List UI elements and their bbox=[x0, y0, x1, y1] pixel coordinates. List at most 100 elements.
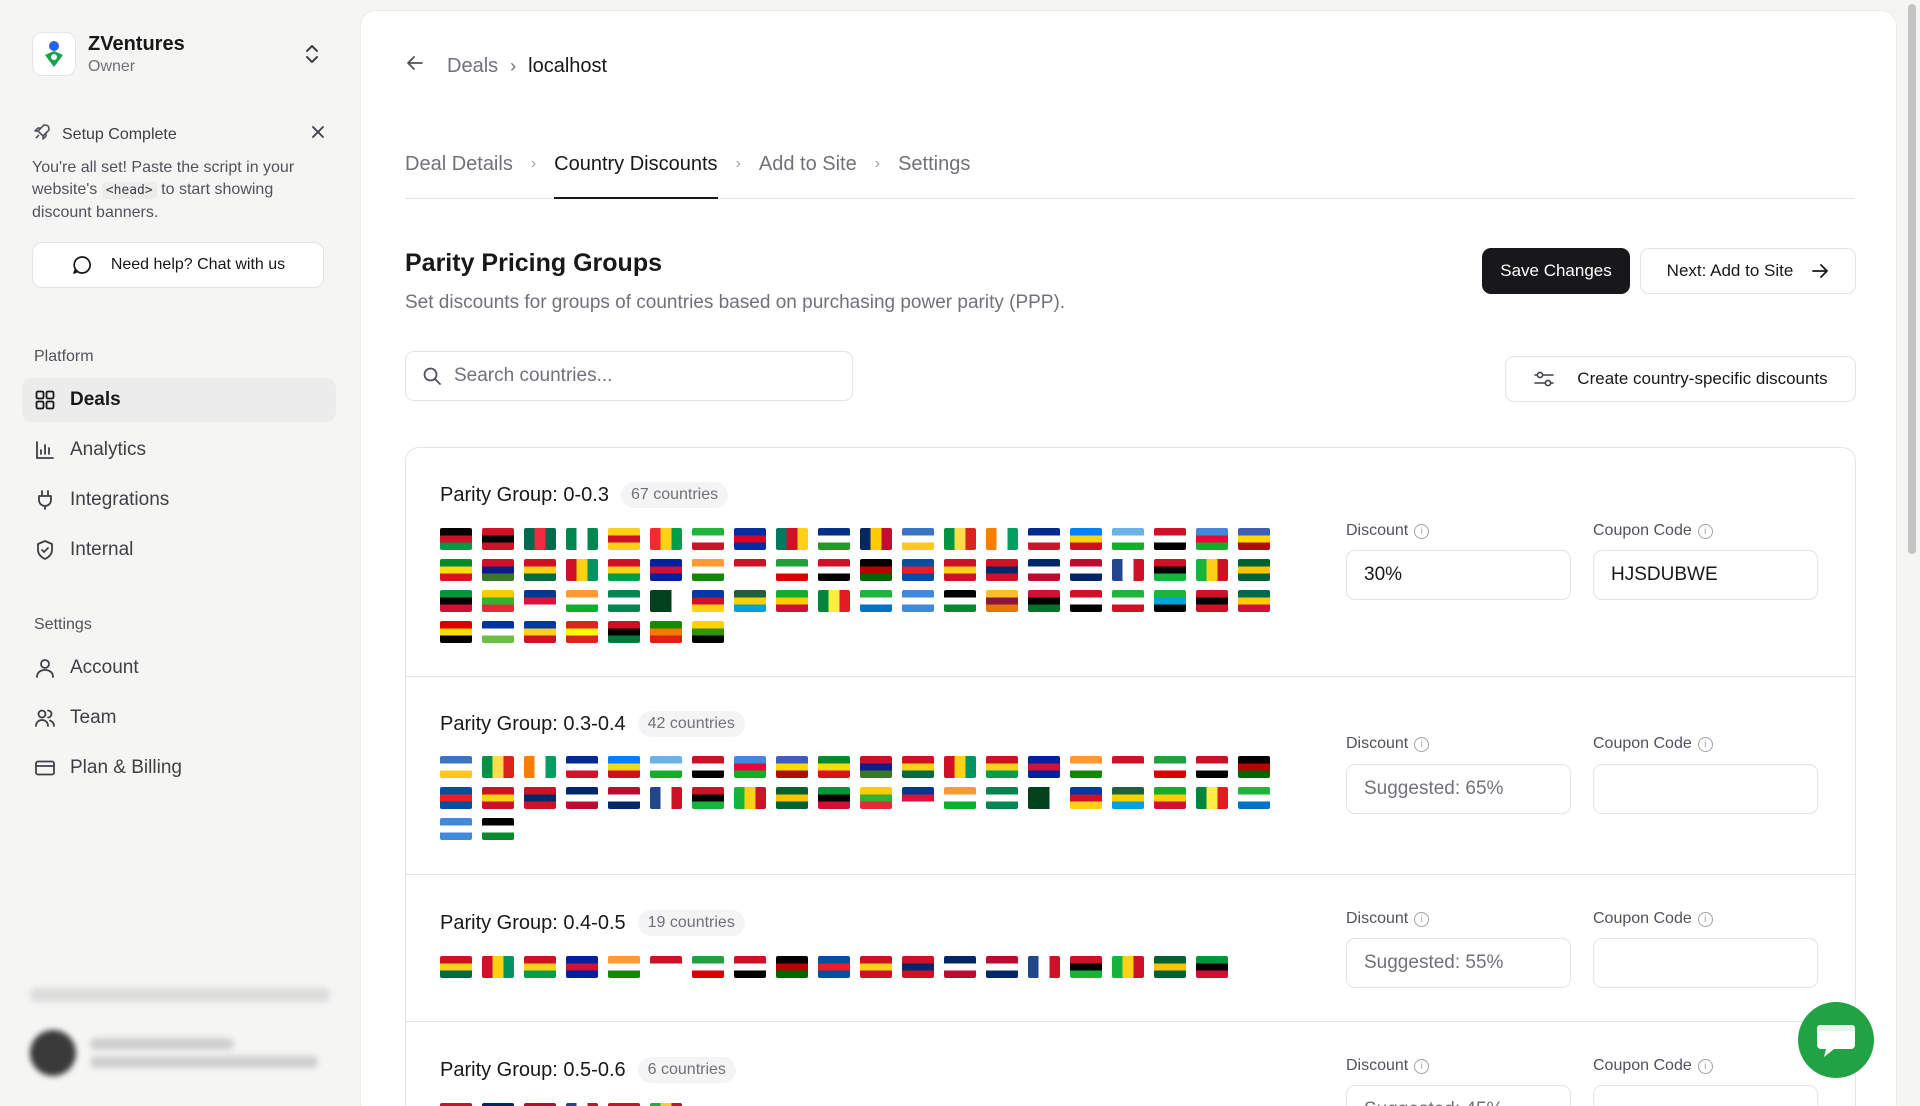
discount-input[interactable] bbox=[1346, 938, 1571, 988]
flag-icon bbox=[734, 528, 766, 550]
flag-icon bbox=[566, 621, 598, 643]
flag-icon bbox=[776, 956, 808, 978]
flag-icon bbox=[860, 756, 892, 778]
flag-icon bbox=[482, 528, 514, 550]
platform-nav: Platform Deals Analytics Integrations In… bbox=[22, 348, 336, 572]
sidebar: ZVentures Owner Setup Complete You're al… bbox=[0, 0, 358, 1106]
coupon-input[interactable] bbox=[1593, 1085, 1818, 1106]
flag-icon bbox=[1196, 756, 1228, 778]
flag-icon bbox=[818, 956, 850, 978]
flag-icon bbox=[1196, 559, 1228, 581]
flag-icon bbox=[650, 787, 682, 809]
flag-icon bbox=[860, 559, 892, 581]
grid-icon bbox=[35, 390, 55, 410]
chevrons-up-down-icon[interactable] bbox=[298, 40, 326, 68]
sidebar-item-internal[interactable]: Internal bbox=[22, 528, 336, 572]
group-title-text: Parity Group: 0.5-0.6 bbox=[440, 1058, 626, 1081]
sidebar-item-integrations[interactable]: Integrations bbox=[22, 478, 336, 522]
country-count-badge: 67 countries bbox=[620, 482, 729, 508]
flag-icon bbox=[440, 528, 472, 550]
flag-icon bbox=[566, 756, 598, 778]
coupon-input[interactable] bbox=[1593, 938, 1818, 988]
tab-deal-details[interactable]: Deal Details bbox=[405, 141, 513, 199]
flag-icon bbox=[440, 590, 472, 612]
discount-input[interactable] bbox=[1346, 1085, 1571, 1106]
sidebar-item-team[interactable]: Team bbox=[22, 696, 336, 740]
flag-icon bbox=[986, 956, 1018, 978]
sidebar-item-account[interactable]: Account bbox=[22, 646, 336, 690]
flag-icon bbox=[482, 787, 514, 809]
scroll-thumb[interactable] bbox=[1908, 4, 1916, 554]
group-title-text: Parity Group: 0.4-0.5 bbox=[440, 911, 626, 934]
info-icon[interactable]: i bbox=[1414, 523, 1430, 539]
flag-icon bbox=[1028, 756, 1060, 778]
sidebar-item-deals[interactable]: Deals bbox=[22, 378, 336, 422]
next-add-to-site-button[interactable]: Next: Add to Site bbox=[1640, 248, 1856, 294]
country-count-badge: 42 countries bbox=[637, 711, 745, 737]
flag-icon bbox=[860, 528, 892, 550]
tab-country-discounts[interactable]: Country Discounts bbox=[554, 141, 718, 199]
flag-icon bbox=[440, 956, 472, 978]
platform-heading: Platform bbox=[34, 348, 94, 365]
flag-icon bbox=[524, 756, 556, 778]
org-switcher[interactable]: ZVentures Owner bbox=[22, 24, 336, 84]
flag-icon bbox=[1154, 756, 1186, 778]
tab-add-to-site[interactable]: Add to Site bbox=[759, 141, 857, 199]
flag-icon bbox=[1028, 590, 1060, 612]
group-title-text: Parity Group: 0-0.3 bbox=[440, 483, 609, 506]
back-arrow-icon[interactable] bbox=[405, 53, 425, 79]
live-chat-button[interactable] bbox=[1798, 1002, 1874, 1078]
close-icon[interactable] bbox=[310, 124, 326, 145]
sidebar-item-plan-billing[interactable]: Plan & Billing bbox=[22, 746, 336, 790]
discount-input[interactable] bbox=[1346, 764, 1571, 814]
coupon-input[interactable] bbox=[1593, 764, 1818, 814]
chevron-right-icon: › bbox=[735, 155, 741, 172]
shield-icon bbox=[37, 540, 53, 560]
main-panel: Deals › localhost Deal Details › Country… bbox=[360, 10, 1897, 1106]
chat-help-button[interactable]: Need help? Chat with us bbox=[32, 242, 324, 288]
flag-icon bbox=[818, 590, 850, 612]
info-icon[interactable]: i bbox=[1697, 911, 1713, 927]
info-icon[interactable]: i bbox=[1697, 523, 1713, 539]
flag-icon bbox=[1196, 528, 1228, 550]
flag-icon bbox=[1196, 956, 1228, 978]
redacted-line bbox=[30, 988, 330, 1002]
info-icon[interactable]: i bbox=[1414, 911, 1430, 927]
save-changes-button[interactable]: Save Changes bbox=[1482, 248, 1630, 294]
users-icon bbox=[35, 709, 55, 727]
flag-icon bbox=[608, 528, 640, 550]
flag-icon bbox=[650, 528, 682, 550]
sidebar-item-label: Account bbox=[70, 657, 139, 678]
flag-icon bbox=[860, 956, 892, 978]
flag-icon bbox=[650, 559, 682, 581]
scrollbar[interactable] bbox=[1908, 0, 1916, 1106]
flag-icon bbox=[1028, 787, 1060, 809]
coupon-label: Coupon Code i bbox=[1593, 910, 1713, 928]
breadcrumb-deals-link[interactable]: Deals bbox=[447, 55, 498, 78]
search-input[interactable] bbox=[454, 365, 834, 387]
tab-settings[interactable]: Settings bbox=[898, 141, 970, 199]
user-icon bbox=[36, 659, 54, 678]
flag-icon bbox=[1238, 590, 1270, 612]
coupon-input[interactable] bbox=[1593, 550, 1818, 600]
info-icon[interactable]: i bbox=[1697, 1058, 1713, 1074]
info-icon[interactable]: i bbox=[1697, 736, 1713, 752]
sidebar-item-analytics[interactable]: Analytics bbox=[22, 428, 336, 472]
flag-icon bbox=[692, 956, 724, 978]
flag-icon bbox=[902, 787, 934, 809]
flag-icon bbox=[566, 956, 598, 978]
parity-group: Parity Group: 0.3-0.4 42 countries Disco… bbox=[406, 677, 1855, 875]
discount-input[interactable] bbox=[1346, 550, 1571, 600]
flag-icon bbox=[1154, 787, 1186, 809]
info-icon[interactable]: i bbox=[1414, 736, 1430, 752]
flag-icon bbox=[566, 590, 598, 612]
create-country-specific-button[interactable]: Create country-specific discounts bbox=[1505, 356, 1856, 402]
user-menu[interactable] bbox=[30, 1030, 330, 1076]
info-icon[interactable]: i bbox=[1414, 1058, 1430, 1074]
flag-icon bbox=[440, 559, 472, 581]
flag-icon bbox=[482, 559, 514, 581]
flag-icon bbox=[692, 559, 724, 581]
flag-icon bbox=[818, 756, 850, 778]
flag-icon bbox=[566, 528, 598, 550]
flag-icon bbox=[734, 787, 766, 809]
